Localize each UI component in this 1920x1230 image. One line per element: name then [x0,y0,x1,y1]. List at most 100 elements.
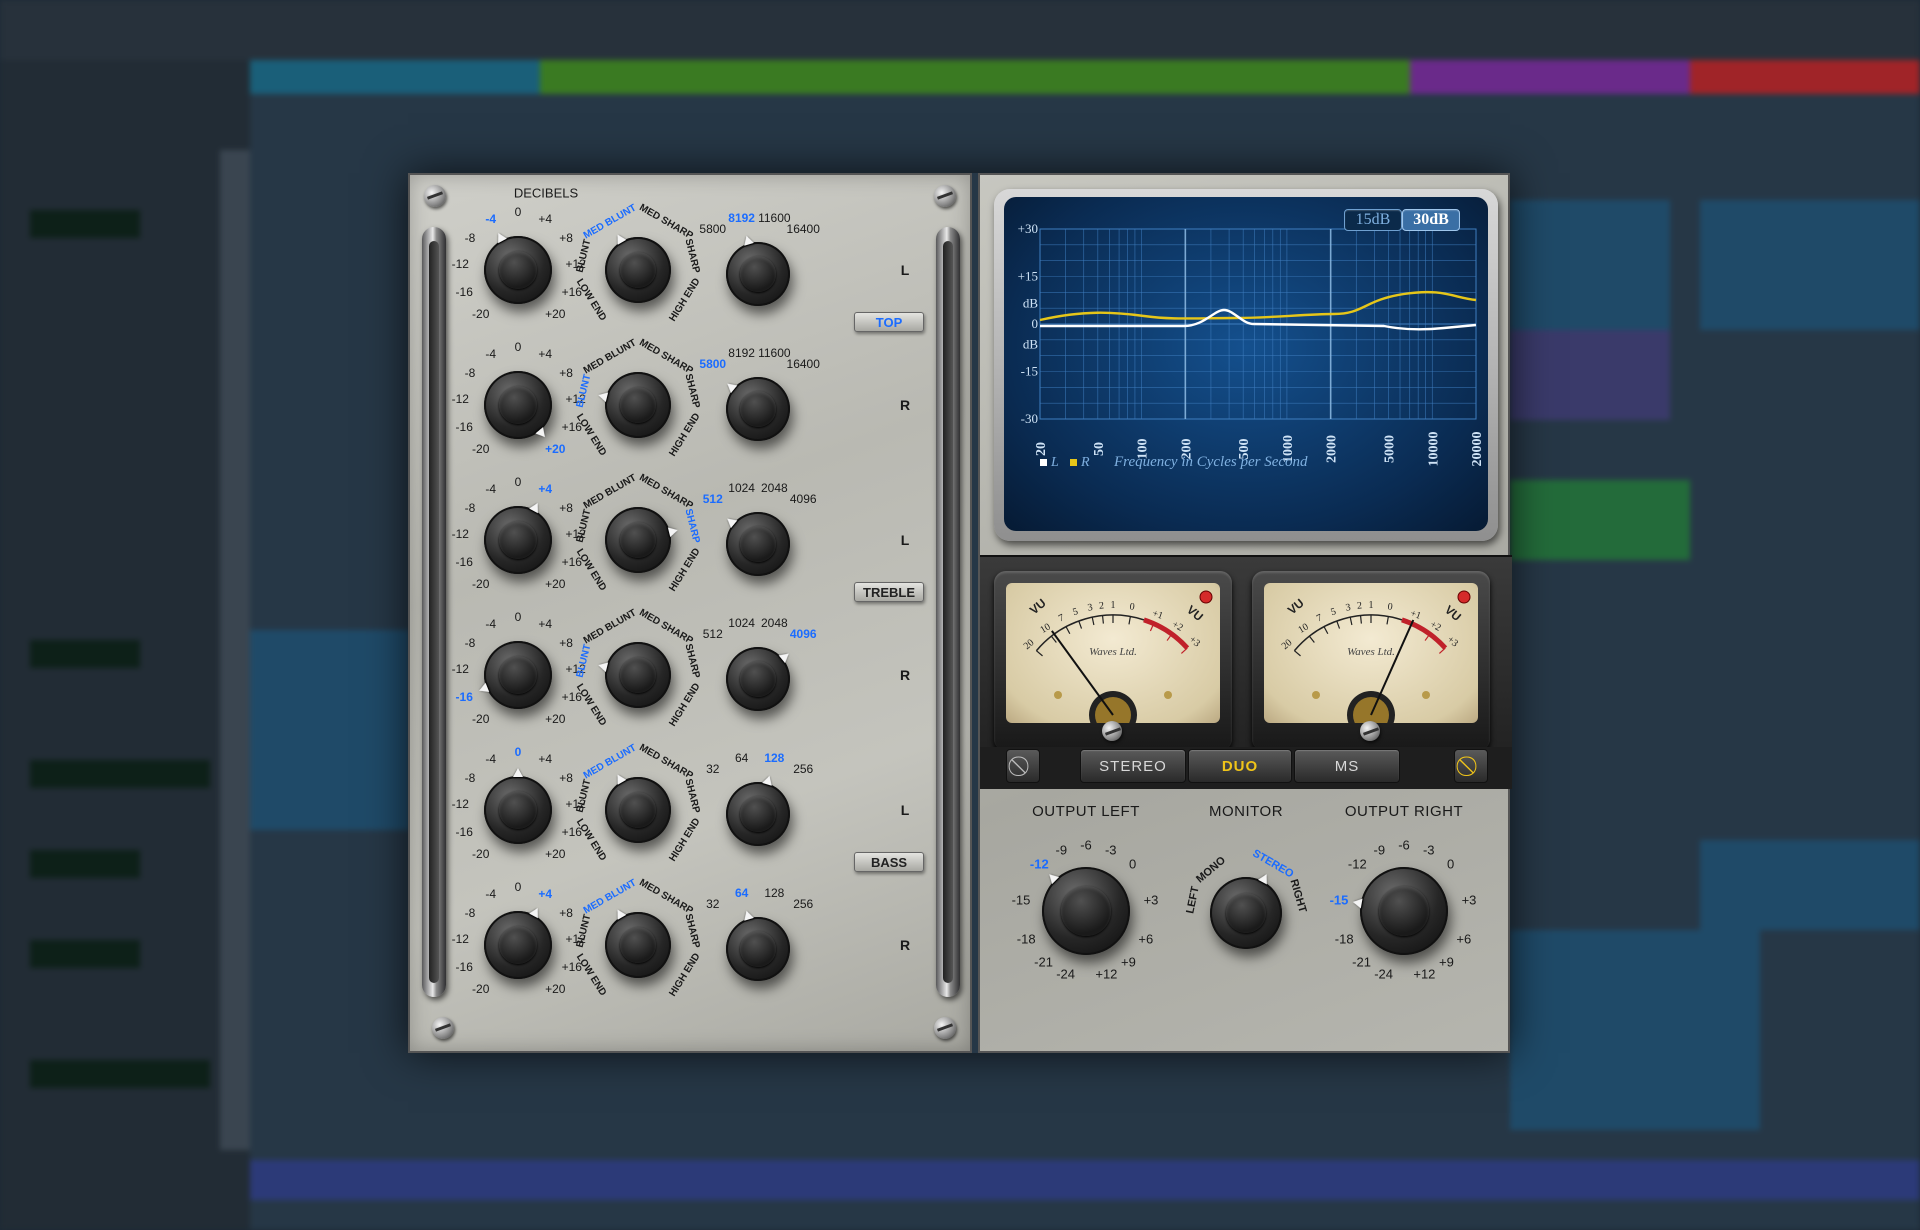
frequency-knob[interactable] [726,774,790,846]
eq-curve-svg: +30+15dB0dB-15-3020 50 100 200 500 1000 2000 50… [1018,221,1485,470]
output-scale-label: -9 [1373,842,1386,858]
gain-scale-label: -16 [455,959,473,974]
freq-scale-label: 64 [734,750,749,765]
mode-ms-button[interactable]: MS [1294,749,1400,783]
right-output-knob[interactable] [1351,867,1448,955]
legend-left-label: L [1050,455,1059,470]
freq-scale-label: 256 [793,897,814,912]
shape-scale-label: HIGH END [667,546,704,594]
gain-knob[interactable] [477,641,552,709]
freq-scale-label: 16400 [786,357,820,372]
knob-pointer-icon [613,231,627,245]
shape-scale-label: HIGH END [667,681,704,729]
output-scale-label: +12 [1095,966,1118,982]
monitor-title: MONITOR [1208,803,1284,820]
shape-knob[interactable] [605,507,679,573]
freq-scale-label: 2048 [760,615,788,630]
knob-pointer-icon [1351,897,1363,909]
shape-scale-label: MED SHARP [637,606,695,647]
shape-knob[interactable] [597,642,671,708]
gain-scale-label: -20 [472,442,490,457]
monitor-knob[interactable] [1210,871,1282,949]
lock-icon[interactable]: ⃠ [1454,749,1488,783]
vu-tick [1336,620,1341,629]
gain-knob[interactable] [484,768,552,844]
knob-pointer-icon [1045,870,1060,885]
output-scale-label: -9 [1055,842,1068,858]
knob-pointer-icon [667,525,679,538]
freq-scale-label: 32 [706,897,720,912]
shape-knob[interactable] [605,771,671,843]
gain-knob[interactable] [484,500,552,574]
shape-scale-label: BLUNT [574,778,594,815]
output-scale-label: -24 [1056,966,1075,982]
freq-scale-label: 5800 [699,357,727,372]
knob-pointer-icon [493,230,507,244]
output-scale-label: -12 [1029,856,1049,872]
gain-scale-label: -12 [451,931,469,946]
vu-unit-label: VU [1442,603,1464,624]
knob-pointer-icon [613,771,627,785]
range-30db-button[interactable]: 30dB [1402,209,1460,231]
shape-knob[interactable] [597,372,671,438]
y-axis-label: -30 [1021,411,1038,426]
frequency-knob[interactable] [723,512,790,576]
freq-scale-label: 1024 [728,480,755,495]
meter-adjust-screw-icon[interactable] [1102,721,1122,741]
vu-scale-label: 0 [1129,601,1135,613]
shape-knob[interactable] [605,231,671,303]
gain-scale-label: 0 [514,475,522,489]
gain-scale-label: -8 [464,635,476,650]
vu-tick [1308,635,1315,643]
frequency-knob[interactable] [723,377,790,441]
gain-knob[interactable] [484,905,552,979]
freq-scale-label: 16400 [786,222,820,237]
frequency-knob[interactable] [726,909,790,981]
output-scale-label: -3 [1422,842,1435,858]
gain-scale-label: -12 [451,391,469,406]
freq-scale-label: 2048 [760,480,788,495]
frequency-knob[interactable] [726,234,790,306]
range-15db-button[interactable]: 15dB [1344,209,1402,231]
left-output-knob[interactable] [1042,867,1130,955]
gain-knob[interactable] [484,371,552,441]
gain-knob[interactable] [484,230,552,304]
shape-scale-label: MED BLUNT [581,202,639,241]
knob-pointer-icon [741,909,754,921]
screw-icon [424,185,446,207]
output-scale-label: +6 [1138,931,1154,947]
shape-scale-label: LOW END [573,951,608,998]
vu-indicator-icon [1312,691,1320,699]
vu-scale-label: 1 [1369,600,1374,611]
knob-pointer-icon [529,905,543,919]
channel-label: L [900,532,910,548]
meter-adjust-screw-icon[interactable] [1360,721,1380,741]
bypass-icon[interactable]: ⃠ [1006,749,1040,783]
decibels-title: DECIBELS [513,185,579,201]
knob-pointer-icon [1258,871,1272,885]
gain-scale-label: +20 [545,307,566,322]
section-top-label: TOP [854,312,924,332]
vu-meter-face: 201075 3 2 1 0+1+2+3VU VUWaves Ltd. [1280,590,1471,723]
shape-scale-label: MED SHARP [637,471,695,512]
freq-scale-label: 8192 [728,345,755,360]
legend-right-label: R [1080,455,1090,470]
panel-rail-right [936,227,960,997]
vu-tick [1091,617,1095,626]
mode-duo-button[interactable]: DUO [1188,749,1292,783]
vu-scale-label: 3 [1345,602,1352,614]
vu-scale-label: 20 [1022,637,1037,652]
frequency-knob[interactable] [726,647,793,711]
vu-meter-left: 20 10 7 5 3 2 1 0 +1 +2 +3 VU VU Waves Ltd. [994,571,1232,751]
output-scale-label: -12 [1347,856,1367,872]
gain-scale-label: -4 [485,481,497,496]
gain-scale-label: +20 [545,712,566,727]
knob-pointer-icon [723,379,738,394]
shape-scale-label: SHARP [682,643,702,680]
shape-scale-label: HIGH END [667,816,704,864]
mode-bar: ⃠ STEREO DUO MS ⃠ [980,747,1512,789]
gain-scale-label: -12 [451,526,469,541]
shape-knob[interactable] [605,906,671,978]
mode-stereo-button[interactable]: STEREO [1080,749,1186,783]
shape-scale-label: HIGH END [667,411,704,459]
